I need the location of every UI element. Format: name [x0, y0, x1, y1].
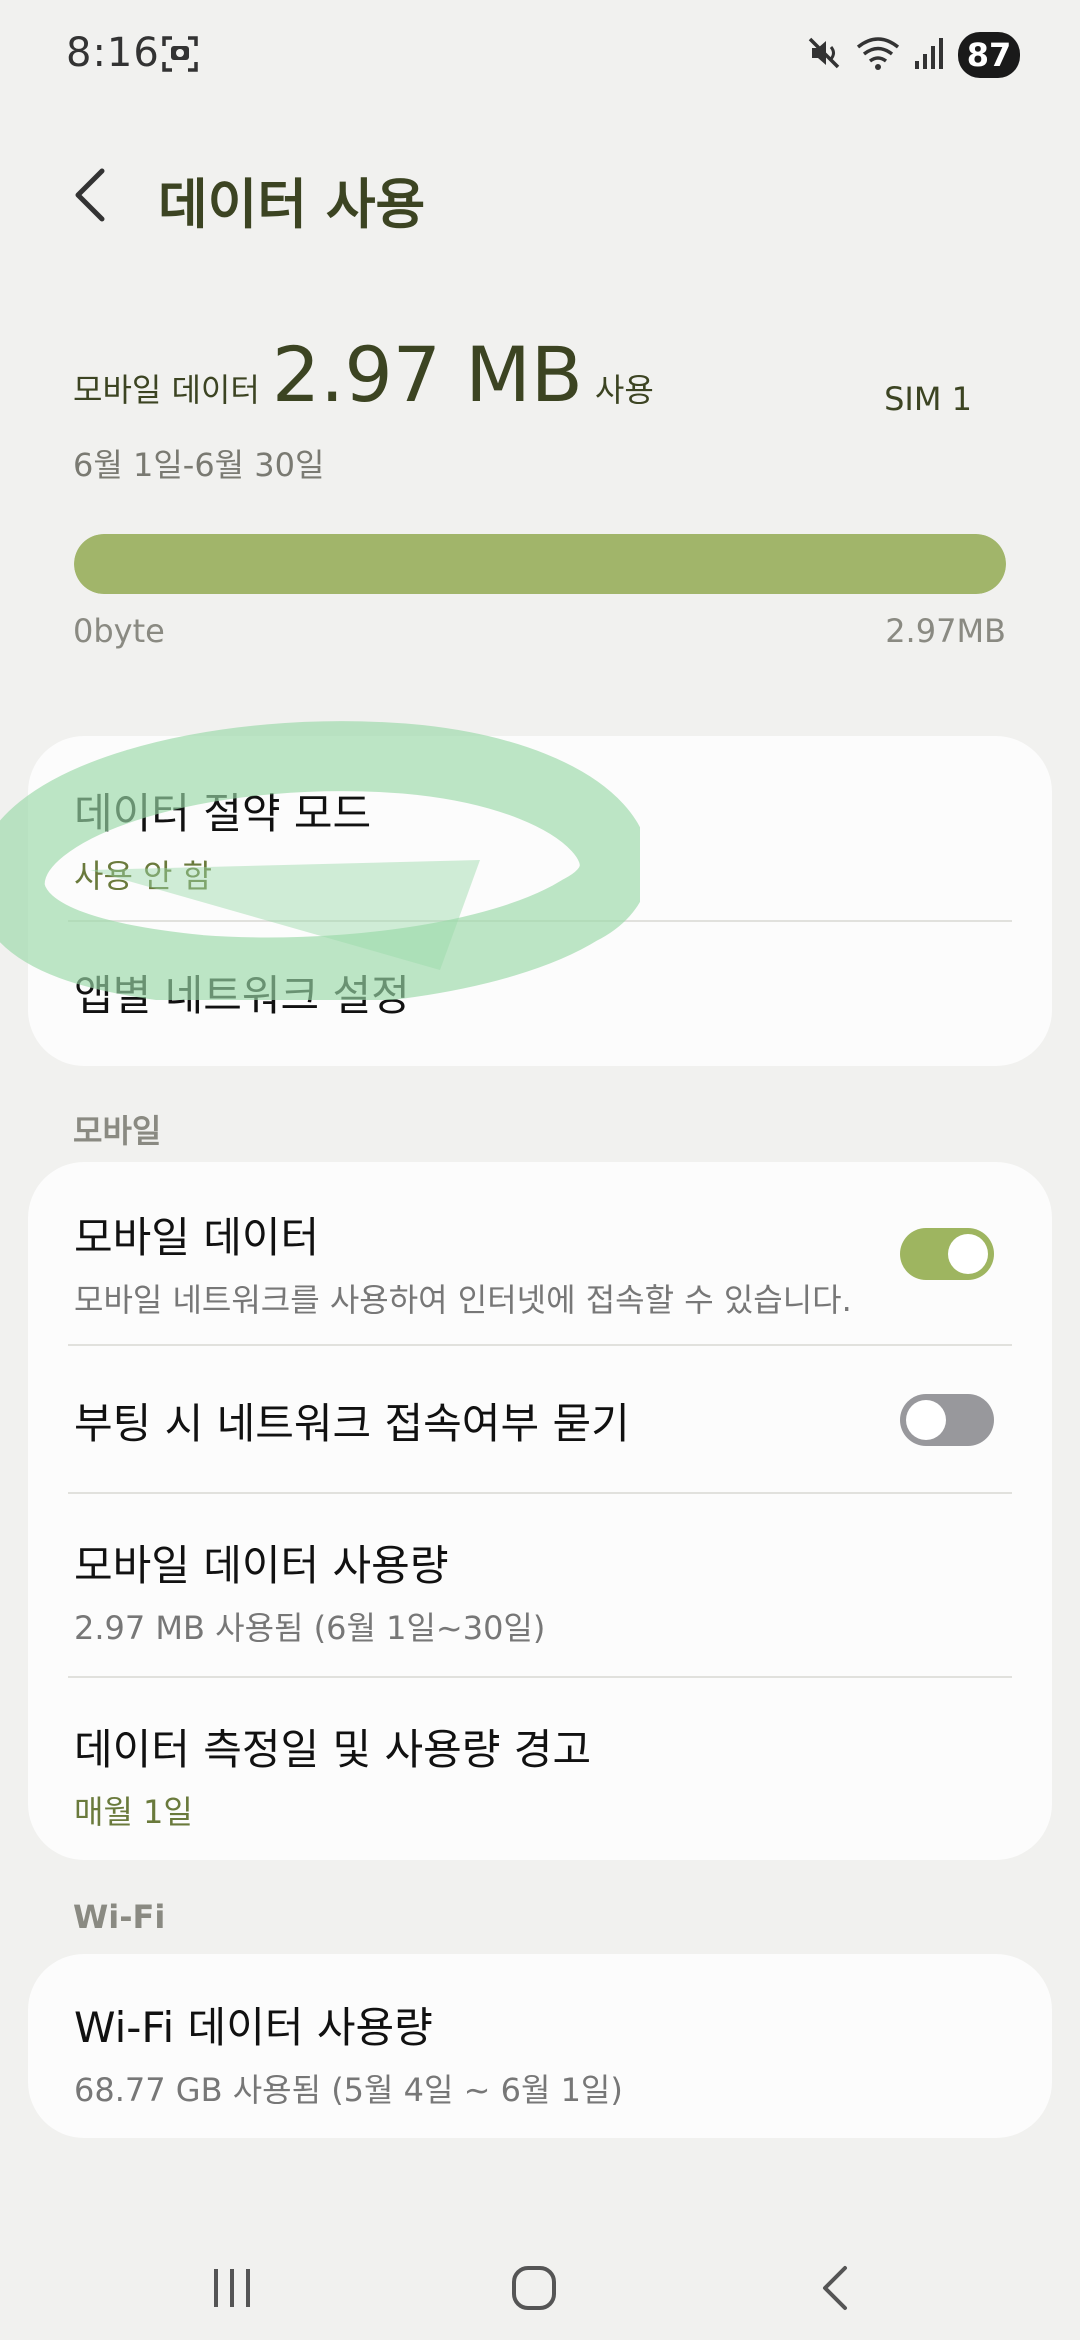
wifi-icon: [856, 35, 900, 75]
screenshot-icon: [160, 34, 200, 74]
data-saver-title: 데이터 절약 모드: [74, 789, 372, 838]
data-saver-status: 사용 안 함: [74, 857, 213, 895]
usage-bar-min: 0byte: [73, 612, 165, 650]
usage-bar-fill: [74, 534, 1006, 594]
data-saver-row[interactable]: 데이터 절약 모드 사용 안 함: [74, 780, 1006, 897]
mobile-data-usage-row[interactable]: 모바일 데이터 사용량 2.97 MB 사용됨 (6월 1일~30일): [74, 1532, 1006, 1649]
billing-cycle-desc: 매월 1일: [74, 1793, 193, 1831]
usage-bar: [74, 534, 1006, 594]
toggle-knob: [906, 1400, 946, 1440]
billing-cycle-row[interactable]: 데이터 측정일 및 사용량 경고 매월 1일: [74, 1716, 1006, 1833]
usage-value: 2.97 MB: [271, 330, 583, 419]
mobile-data-desc: 모바일 네트워크를 사용하여 인터넷에 접속할 수 있습니다.: [74, 1281, 852, 1319]
boot-network-ask-row[interactable]: 부팅 시 네트워크 접속여부 묻기: [74, 1390, 1006, 1451]
app-network-settings-row[interactable]: 앱별 네트워크 설정: [74, 962, 1006, 1023]
back-arrow-icon: [75, 168, 105, 222]
sim-selector[interactable]: SIM 1: [884, 380, 972, 418]
usage-bar-max: 2.97MB: [885, 612, 1006, 650]
mute-icon: [806, 35, 842, 75]
section-header-wifi: Wi-Fi: [73, 1898, 166, 1936]
divider: [68, 1492, 1012, 1494]
usage-suffix: 사용: [594, 371, 654, 409]
home-button[interactable]: [494, 2248, 574, 2328]
divider: [68, 920, 1012, 922]
wifi-data-usage-desc: 68.77 GB 사용됨 (5월 4일 ~ 6월 1일): [74, 2071, 623, 2109]
mobile-card: 모바일 데이터 모바일 네트워크를 사용하여 인터넷에 접속할 수 있습니다. …: [28, 1162, 1052, 1860]
boot-network-ask-toggle[interactable]: [900, 1394, 994, 1446]
recents-icon: [214, 2269, 250, 2307]
mobile-data-title: 모바일 데이터: [74, 1213, 320, 1262]
page-title: 데이터 사용: [158, 173, 426, 236]
toggle-knob: [948, 1234, 988, 1274]
mobile-data-row[interactable]: 모바일 데이터 모바일 네트워크를 사용하여 인터넷에 접속할 수 있습니다.: [74, 1204, 1006, 1321]
wifi-data-usage-row[interactable]: Wi-Fi 데이터 사용량 68.77 GB 사용됨 (5월 4일 ~ 6월 1…: [74, 1994, 1006, 2111]
divider: [68, 1344, 1012, 1346]
boot-network-ask-title: 부팅 시 네트워크 접속여부 묻기: [74, 1399, 630, 1448]
section-header-mobile: 모바일: [73, 1112, 162, 1150]
status-icons: 87: [806, 30, 1020, 80]
home-icon: [512, 2266, 556, 2310]
status-time: 8:16: [66, 30, 160, 76]
usage-summary: 모바일 데이터 2.97 MB 사용: [73, 330, 654, 419]
mobile-data-usage-desc: 2.97 MB 사용됨 (6월 1일~30일): [74, 1609, 546, 1647]
signal-icon: [914, 35, 944, 75]
usage-label: 모바일 데이터: [73, 371, 260, 409]
divider: [68, 1676, 1012, 1678]
recents-button[interactable]: [192, 2248, 272, 2328]
data-saver-card: 데이터 절약 모드 사용 안 함 앱별 네트워크 설정: [28, 736, 1052, 1066]
wifi-data-usage-title: Wi-Fi 데이터 사용량: [74, 2003, 433, 2052]
mobile-data-usage-title: 모바일 데이터 사용량: [74, 1541, 449, 1590]
nav-back-icon: [823, 2266, 847, 2310]
date-range: 6월 1일-6월 30일: [73, 446, 325, 484]
nav-back-button[interactable]: [796, 2248, 876, 2328]
battery-indicator: 87: [958, 32, 1020, 78]
back-button[interactable]: [70, 165, 120, 225]
app-network-settings-title: 앱별 네트워크 설정: [74, 971, 410, 1020]
mobile-data-toggle[interactable]: [900, 1228, 994, 1280]
billing-cycle-title: 데이터 측정일 및 사용량 경고: [74, 1725, 592, 1774]
wifi-card: Wi-Fi 데이터 사용량 68.77 GB 사용됨 (5월 4일 ~ 6월 1…: [28, 1954, 1052, 2138]
